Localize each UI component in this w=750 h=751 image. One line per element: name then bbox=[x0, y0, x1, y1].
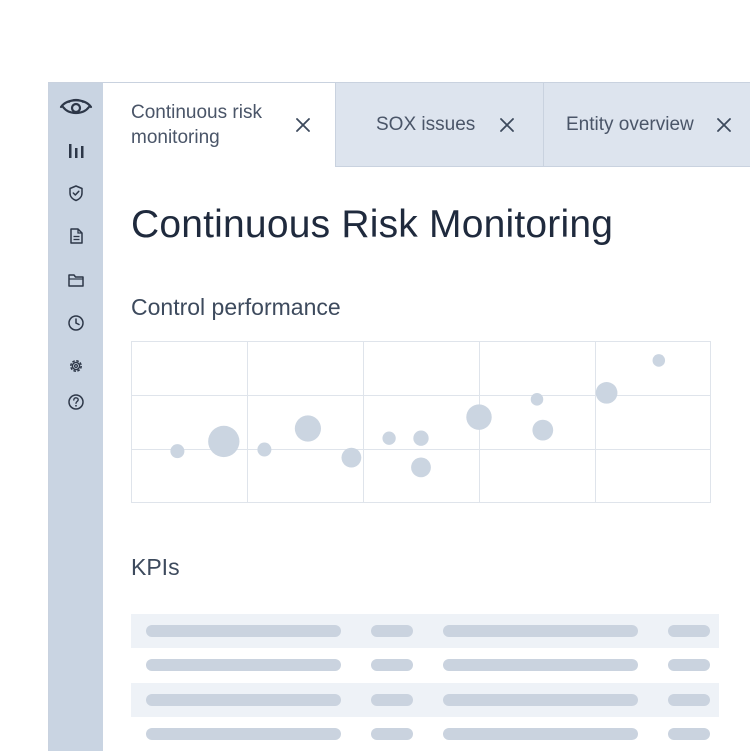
document-icon[interactable] bbox=[49, 224, 103, 248]
control-performance-heading: Control performance bbox=[131, 294, 341, 320]
placeholder-cell bbox=[146, 625, 341, 637]
data-bubble bbox=[532, 419, 554, 441]
table-row bbox=[131, 614, 719, 648]
chart-frame bbox=[131, 341, 711, 503]
placeholder-cell bbox=[668, 694, 710, 706]
table-row bbox=[131, 683, 719, 717]
kpis-heading: KPIs bbox=[131, 554, 180, 580]
placeholder-cell bbox=[668, 659, 710, 671]
tab-sox-issues[interactable]: SOX issues bbox=[335, 83, 543, 167]
data-bubble bbox=[257, 442, 272, 457]
tab-label: SOX issues bbox=[376, 114, 476, 135]
data-bubble bbox=[466, 404, 492, 430]
gear-icon[interactable] bbox=[49, 354, 103, 378]
table-row bbox=[131, 648, 719, 682]
data-bubble bbox=[341, 447, 362, 468]
app-window: Continuous risk monitoring SOX issues En… bbox=[48, 82, 750, 751]
placeholder-cell bbox=[443, 625, 638, 637]
tab-entity-overview[interactable]: Entity overview bbox=[543, 83, 750, 167]
data-bubble bbox=[294, 415, 321, 442]
page-title: Continuous Risk Monitoring bbox=[131, 203, 614, 246]
placeholder-cell bbox=[146, 694, 341, 706]
placeholder-cell bbox=[371, 659, 413, 671]
placeholder-cell bbox=[371, 728, 413, 740]
placeholder-cell bbox=[371, 694, 413, 706]
placeholder-cell bbox=[371, 625, 413, 637]
placeholder-cell bbox=[146, 659, 341, 671]
sidebar bbox=[49, 83, 103, 751]
data-bubble bbox=[208, 425, 240, 458]
tab-continuous-risk-monitoring[interactable]: Continuous risk monitoring bbox=[103, 83, 335, 167]
tab-bar: Continuous risk monitoring SOX issues En… bbox=[103, 83, 750, 167]
placeholder-cell bbox=[668, 728, 710, 740]
help-icon[interactable] bbox=[49, 390, 103, 414]
clock-icon[interactable] bbox=[49, 311, 103, 335]
data-bubble bbox=[595, 381, 618, 404]
eye-icon[interactable] bbox=[49, 92, 103, 122]
tab-label: Entity overview bbox=[566, 114, 694, 135]
placeholder-cell bbox=[146, 728, 341, 740]
folder-icon[interactable] bbox=[49, 268, 103, 292]
control-performance-chart bbox=[131, 341, 711, 503]
placeholder-cell bbox=[443, 659, 638, 671]
bar-chart-icon[interactable] bbox=[49, 138, 103, 162]
placeholder-cell bbox=[443, 728, 638, 740]
table-row bbox=[131, 717, 719, 751]
data-bubble bbox=[382, 431, 396, 445]
shield-check-icon[interactable] bbox=[49, 181, 103, 205]
data-bubble bbox=[413, 430, 429, 446]
data-bubble bbox=[652, 354, 666, 367]
close-icon[interactable] bbox=[716, 117, 732, 133]
close-icon[interactable] bbox=[499, 117, 515, 133]
placeholder-cell bbox=[443, 694, 638, 706]
data-bubble bbox=[411, 457, 431, 478]
close-icon[interactable] bbox=[295, 117, 311, 133]
data-bubble bbox=[170, 444, 185, 459]
tab-label: Continuous risk monitoring bbox=[131, 102, 262, 148]
data-bubble bbox=[530, 393, 544, 406]
placeholder-cell bbox=[668, 625, 710, 637]
